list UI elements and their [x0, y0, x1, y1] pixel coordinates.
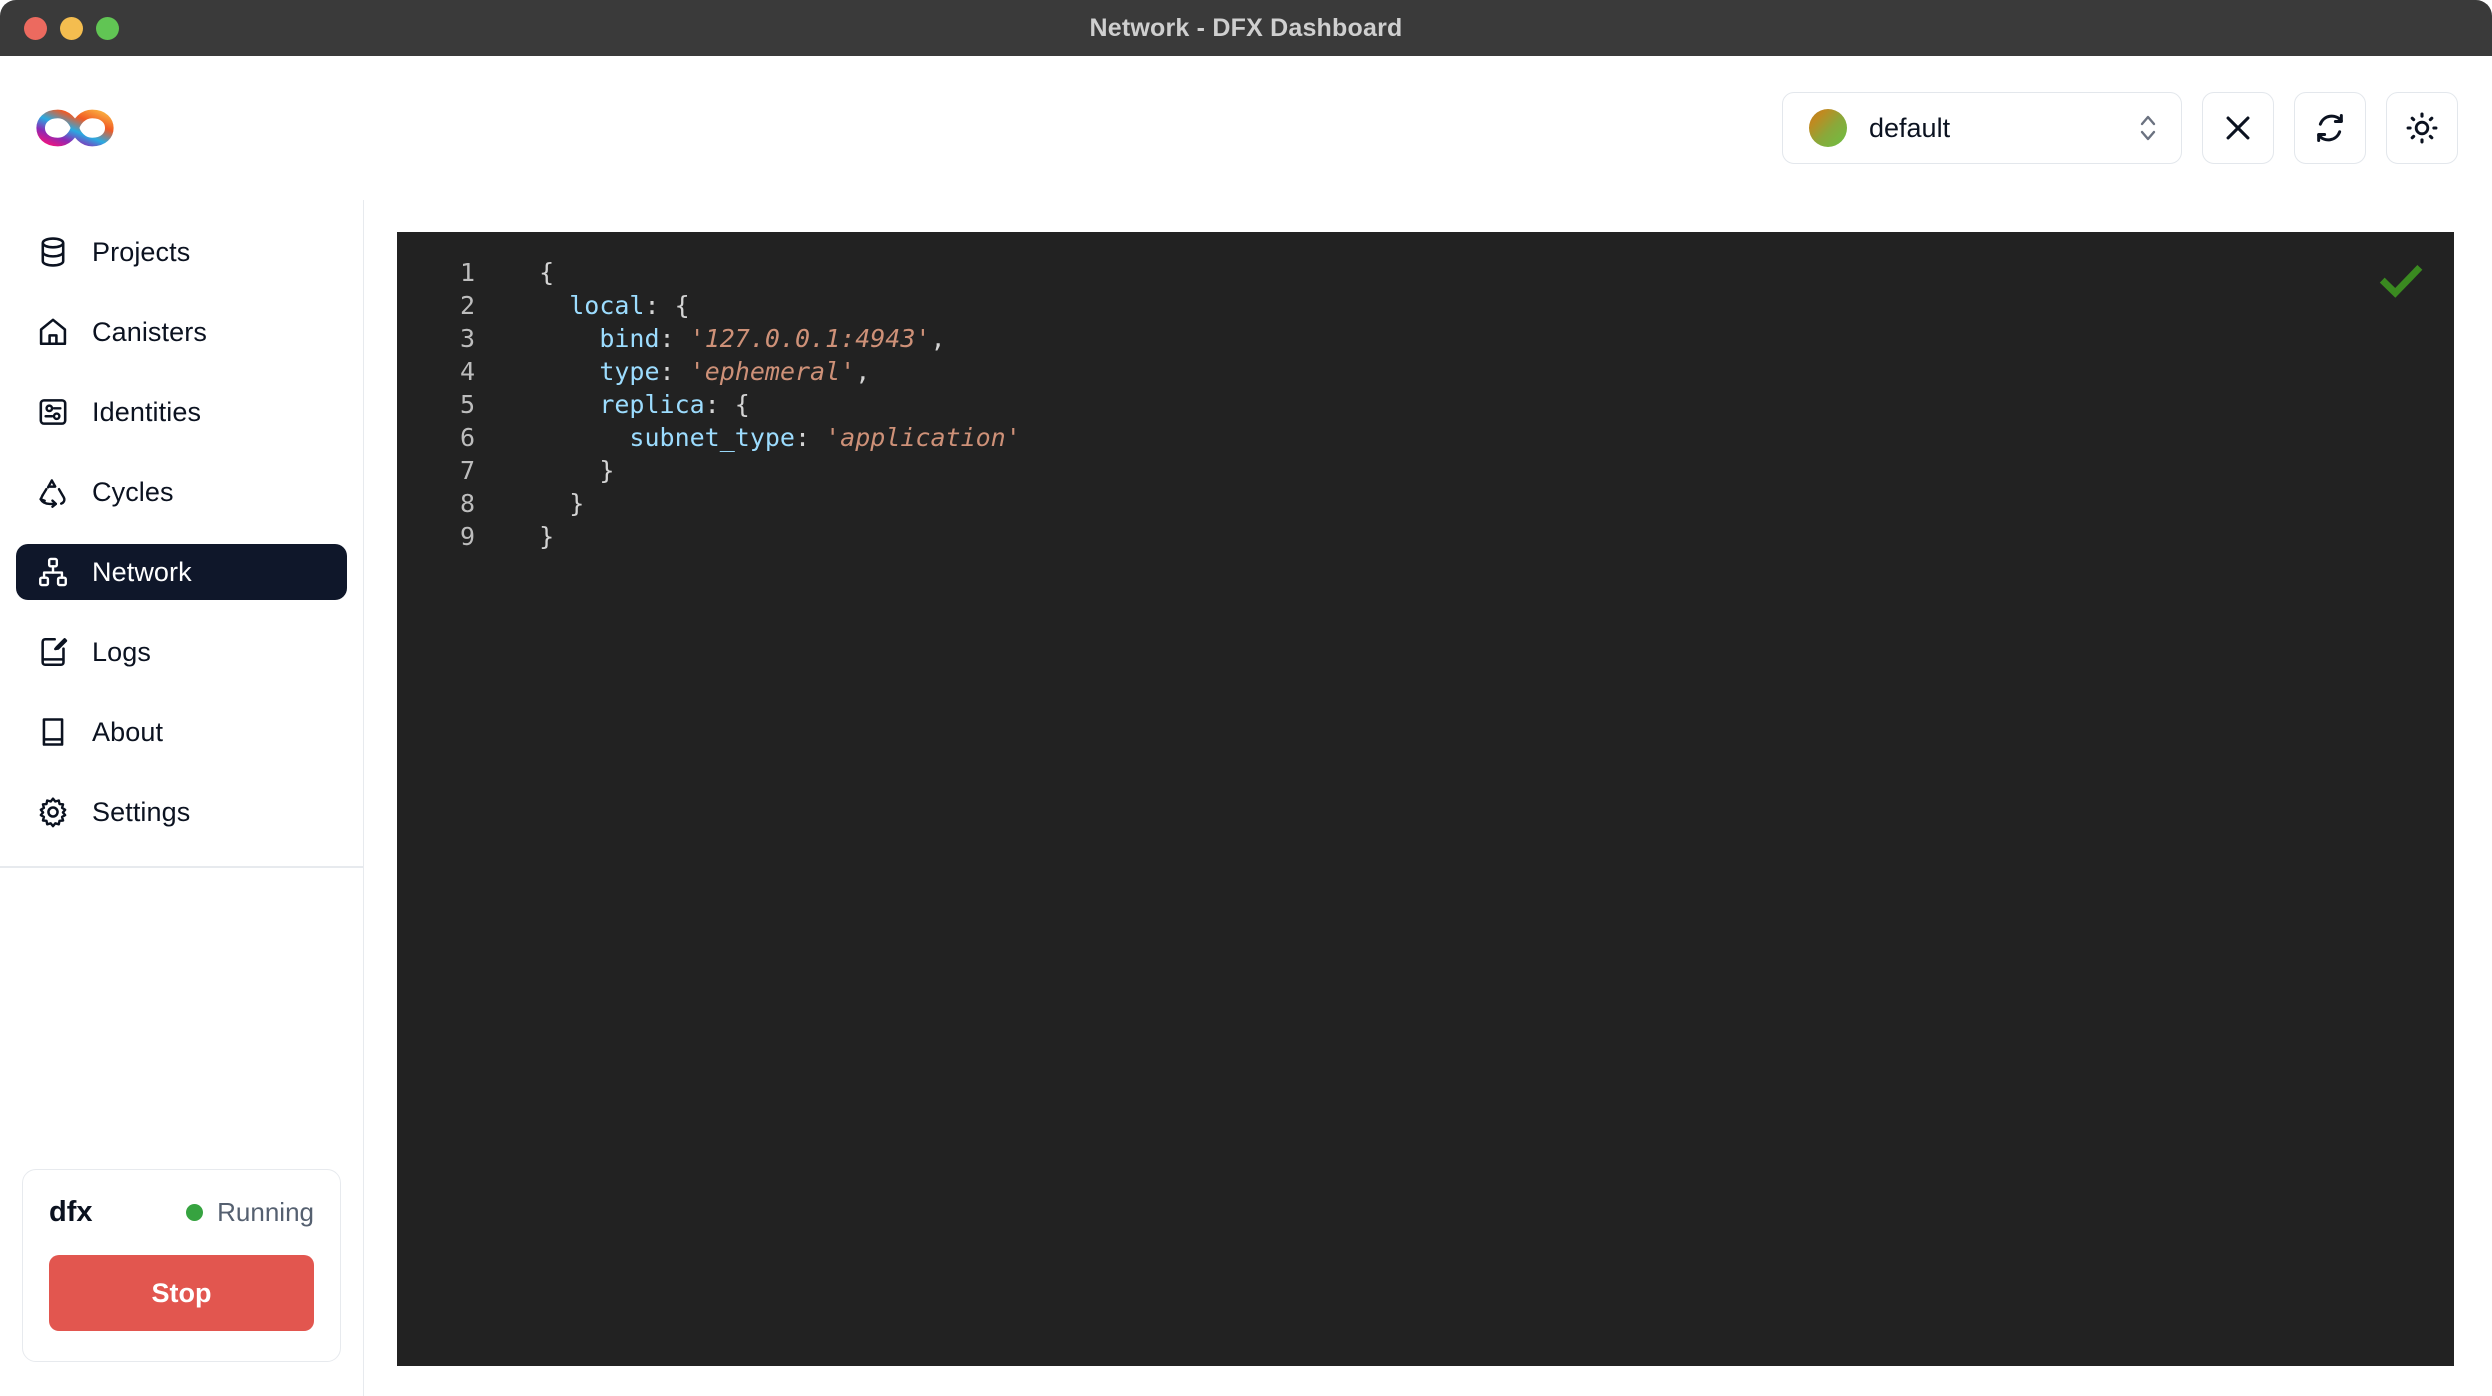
sidebar-item-projects[interactable]: Projects — [16, 224, 347, 280]
code-line: } — [509, 520, 1021, 553]
sidebar-item-network[interactable]: Network — [16, 544, 347, 600]
code-token-punct: } — [569, 489, 585, 518]
sidebar-item-settings[interactable]: Settings — [16, 784, 347, 840]
code-line: } — [509, 487, 1021, 520]
identity-selected-label: default — [1869, 112, 1951, 143]
code-token-punct: : { — [704, 390, 750, 419]
sidebar-item-canisters[interactable]: Canisters — [16, 304, 347, 360]
sidebar-item-logs[interactable]: Logs — [16, 624, 347, 680]
toolbar-actions: default — [1782, 92, 2458, 164]
dfx-status-label: Running — [217, 1197, 314, 1227]
title-bar: Network - DFX Dashboard — [0, 0, 2492, 56]
code-token-key: subnet_type — [629, 423, 795, 452]
internet-computer-infinity-logo — [36, 109, 114, 147]
contact-card-icon — [39, 399, 67, 425]
code-line: subnet_type: 'application' — [509, 421, 1021, 454]
refresh-icon — [2317, 114, 2343, 142]
code-line: type: 'ephemeral', — [509, 355, 1021, 388]
dfx-title: dfx — [49, 1196, 93, 1228]
minimize-window-icon[interactable] — [60, 16, 83, 40]
chevron-up-down-icon — [2140, 115, 2156, 141]
notebook-pen-icon — [41, 637, 68, 667]
sidebar-item-label: Canisters — [92, 316, 207, 347]
code-token-punct: { — [539, 258, 555, 287]
code-line: replica: { — [509, 388, 1021, 421]
maximize-window-icon[interactable] — [96, 16, 119, 40]
code-token-key: replica — [599, 390, 705, 419]
database-icon — [41, 237, 65, 267]
main-content: 1 2 3 4 5 6 7 8 9 { local: { bind: '127.… — [364, 200, 2492, 1396]
code-token-key: bind — [599, 324, 660, 353]
code-token-str: '127.0.0.1:4943' — [689, 324, 931, 353]
sidebar-item-label: Network — [92, 556, 192, 587]
code-line: } — [509, 454, 1021, 487]
code-token-str: 'application' — [825, 423, 1021, 452]
stop-button[interactable]: Stop — [49, 1255, 314, 1331]
status-badge: Running — [186, 1197, 314, 1228]
home-icon — [39, 318, 67, 346]
window-title: Network - DFX Dashboard — [1089, 13, 1403, 42]
app-body: Projects Canisters Identities Cycles Net… — [0, 200, 2492, 1396]
gear-icon — [39, 797, 67, 828]
sidebar-item-label: Cycles — [92, 476, 174, 507]
code-token-punct: } — [599, 456, 615, 485]
identity-select[interactable]: default — [1782, 92, 2182, 164]
sidebar-item-label: Logs — [92, 636, 151, 667]
close-x-icon — [2226, 116, 2250, 140]
sidebar-item-label: Identities — [92, 396, 202, 427]
code-token-punct: : — [659, 357, 690, 386]
status-dot-icon — [186, 1204, 204, 1221]
dfx-status-row: dfx Running — [49, 1196, 314, 1229]
code-token-str: 'ephemeral' — [689, 357, 856, 386]
recycle-icon — [39, 479, 66, 508]
code-view: 1 2 3 4 5 6 7 8 9 { local: { bind: '127.… — [397, 232, 2454, 553]
top-toolbar: default — [0, 56, 2492, 200]
code-token-punct: : { — [644, 291, 690, 320]
close-window-icon[interactable] — [24, 16, 47, 40]
refresh-button[interactable] — [2294, 92, 2366, 164]
code-token-punct: : — [659, 324, 690, 353]
network-nodes-icon — [39, 557, 67, 587]
code-token-key: local — [569, 291, 645, 320]
code-token-punct: } — [539, 522, 555, 551]
code-line: { — [509, 256, 1021, 289]
green-checkmark-icon — [2379, 265, 2423, 298]
app-window: Network - DFX Dashboard default Projects… — [0, 0, 2492, 1396]
sidebar-item-label: Settings — [92, 796, 191, 827]
code-token-key: type — [599, 357, 660, 386]
identity-avatar — [1809, 109, 1847, 147]
theme-toggle-button[interactable] — [2386, 92, 2458, 164]
sidebar: Projects Canisters Identities Cycles Net… — [0, 200, 364, 1396]
book-icon — [42, 718, 64, 746]
traffic-lights — [24, 16, 119, 40]
code-line: local: { — [509, 289, 1021, 322]
close-button[interactable] — [2202, 92, 2274, 164]
sidebar-item-identities[interactable]: Identities — [16, 384, 347, 440]
code-token-punct: , — [930, 324, 946, 353]
network-config-editor[interactable]: 1 2 3 4 5 6 7 8 9 { local: { bind: '127.… — [397, 232, 2454, 1366]
sidebar-nav: Projects Canisters Identities Cycles Net… — [0, 200, 363, 864]
line-number-gutter: 1 2 3 4 5 6 7 8 9 — [459, 258, 475, 551]
code-line: bind: '127.0.0.1:4943', — [509, 322, 1021, 355]
sun-icon — [2406, 112, 2438, 144]
code-lines[interactable]: { local: { bind: '127.0.0.1:4943', type:… — [475, 256, 1021, 553]
sidebar-item-cycles[interactable]: Cycles — [16, 464, 347, 520]
sidebar-item-label: About — [92, 716, 164, 747]
code-token-punct: : — [795, 423, 826, 452]
code-token-punct: , — [855, 357, 871, 386]
sidebar-item-label: Projects — [92, 236, 191, 267]
dfx-status-card: dfx Running Stop — [22, 1169, 341, 1362]
sidebar-item-about[interactable]: About — [16, 704, 347, 760]
